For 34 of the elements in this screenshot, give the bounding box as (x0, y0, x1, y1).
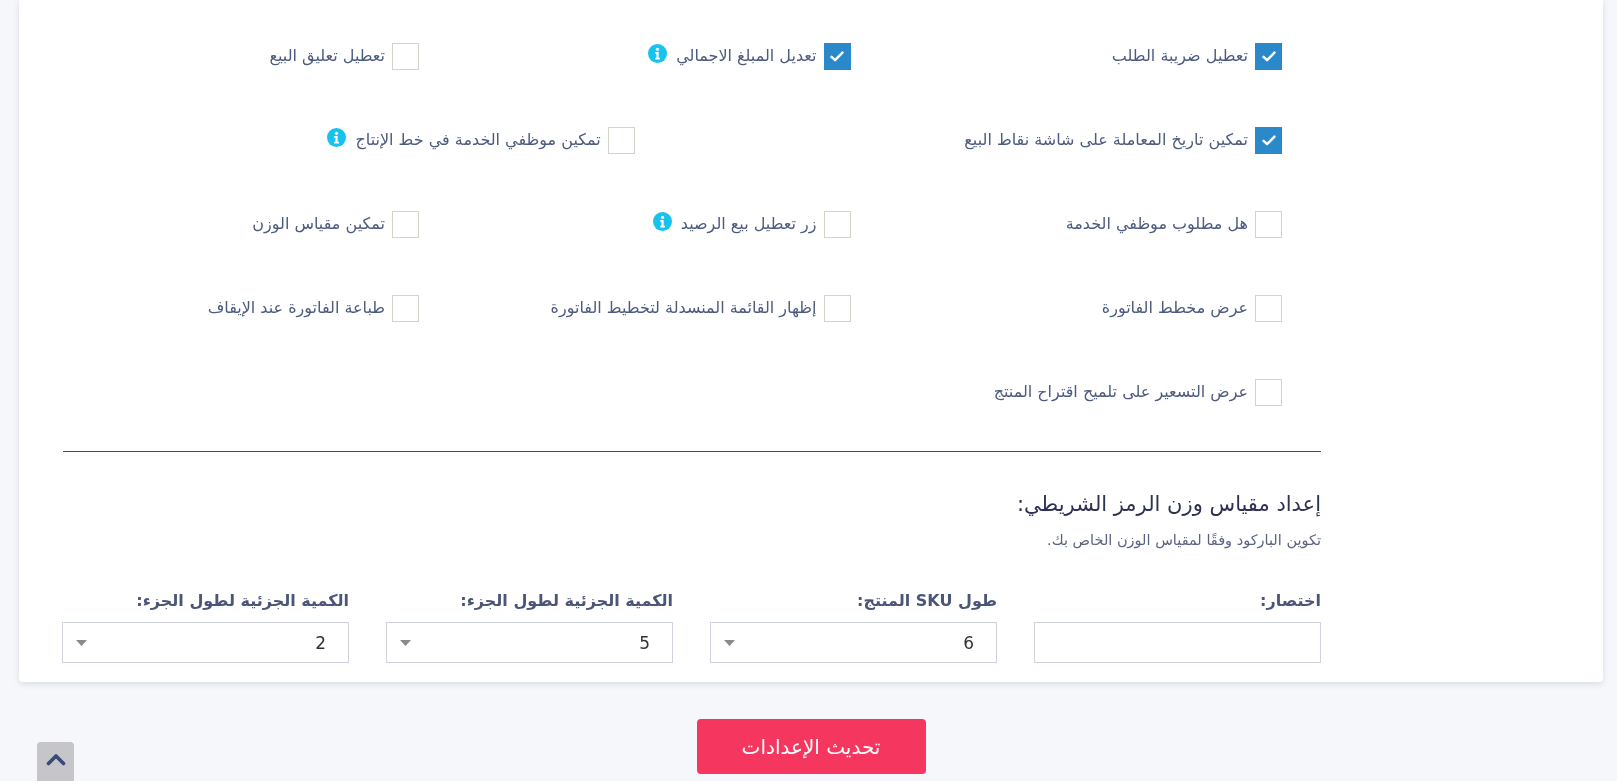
field-label: طول SKU المنتج: (856, 590, 997, 612)
checkbox-label: تمكين مقياس الوزن (252, 213, 385, 235)
section-description: تكوين الباركود وفقًا لمقياس الوزن الخاص بك. (1046, 531, 1321, 551)
checkbox[interactable] (1255, 42, 1282, 70)
caret-icon (76, 639, 87, 646)
checkbox-label: تعديل المبلغ الاجمالي (676, 45, 817, 67)
check-icon (1261, 50, 1276, 62)
checkbox-label: تعطيل تعليق البيع (269, 45, 385, 67)
field-label: الكمية الجزئية لطول الجزء: (459, 590, 673, 612)
checkbox-label: هل مطلوب موظفي الخدمة (1065, 213, 1248, 235)
checkbox-label: تمكين موظفي الخدمة في خط الإنتاج (355, 129, 601, 151)
caret-icon (400, 639, 411, 646)
select-field[interactable]: 5 (386, 622, 673, 663)
checkbox-label: إظهار القائمة المنسدلة لتخطيط الفاتورة (550, 297, 817, 319)
checkbox-label: عرض مخطط الفاتورة (1101, 297, 1248, 319)
scroll-top-button[interactable] (37, 742, 74, 781)
select-field[interactable]: 2 (62, 622, 349, 663)
field-label: الكمية الجزئية لطول الجزء: (135, 590, 349, 612)
caret-icon (724, 639, 735, 646)
update-settings-button[interactable]: تحديث الإعدادات (696, 719, 926, 774)
checkbox-label: زر تعطيل بيع الرصيد (680, 213, 817, 235)
section-title: إعداد مقياس وزن الرمز الشريطي: (1015, 491, 1321, 519)
checkbox-label: طباعة الفاتورة عند الإيقاف (207, 297, 385, 319)
chevron-up-icon (45, 753, 66, 766)
checkbox[interactable] (1255, 126, 1282, 154)
checkbox-label: عرض التسعير على تلميح اقتراح المنتج (993, 381, 1248, 403)
checkbox-label: تمكين تاريخ المعاملة على شاشة نقاط البيع (964, 129, 1248, 151)
select-field[interactable]: 6 (710, 622, 997, 663)
checkbox-label: تعطيل ضريبة الطلب (1111, 45, 1248, 67)
input-field[interactable] (1034, 622, 1321, 663)
field-label: اختصار: (1259, 590, 1321, 612)
check-icon (1261, 134, 1276, 146)
checkbox[interactable] (823, 42, 851, 70)
check-icon (830, 50, 844, 62)
